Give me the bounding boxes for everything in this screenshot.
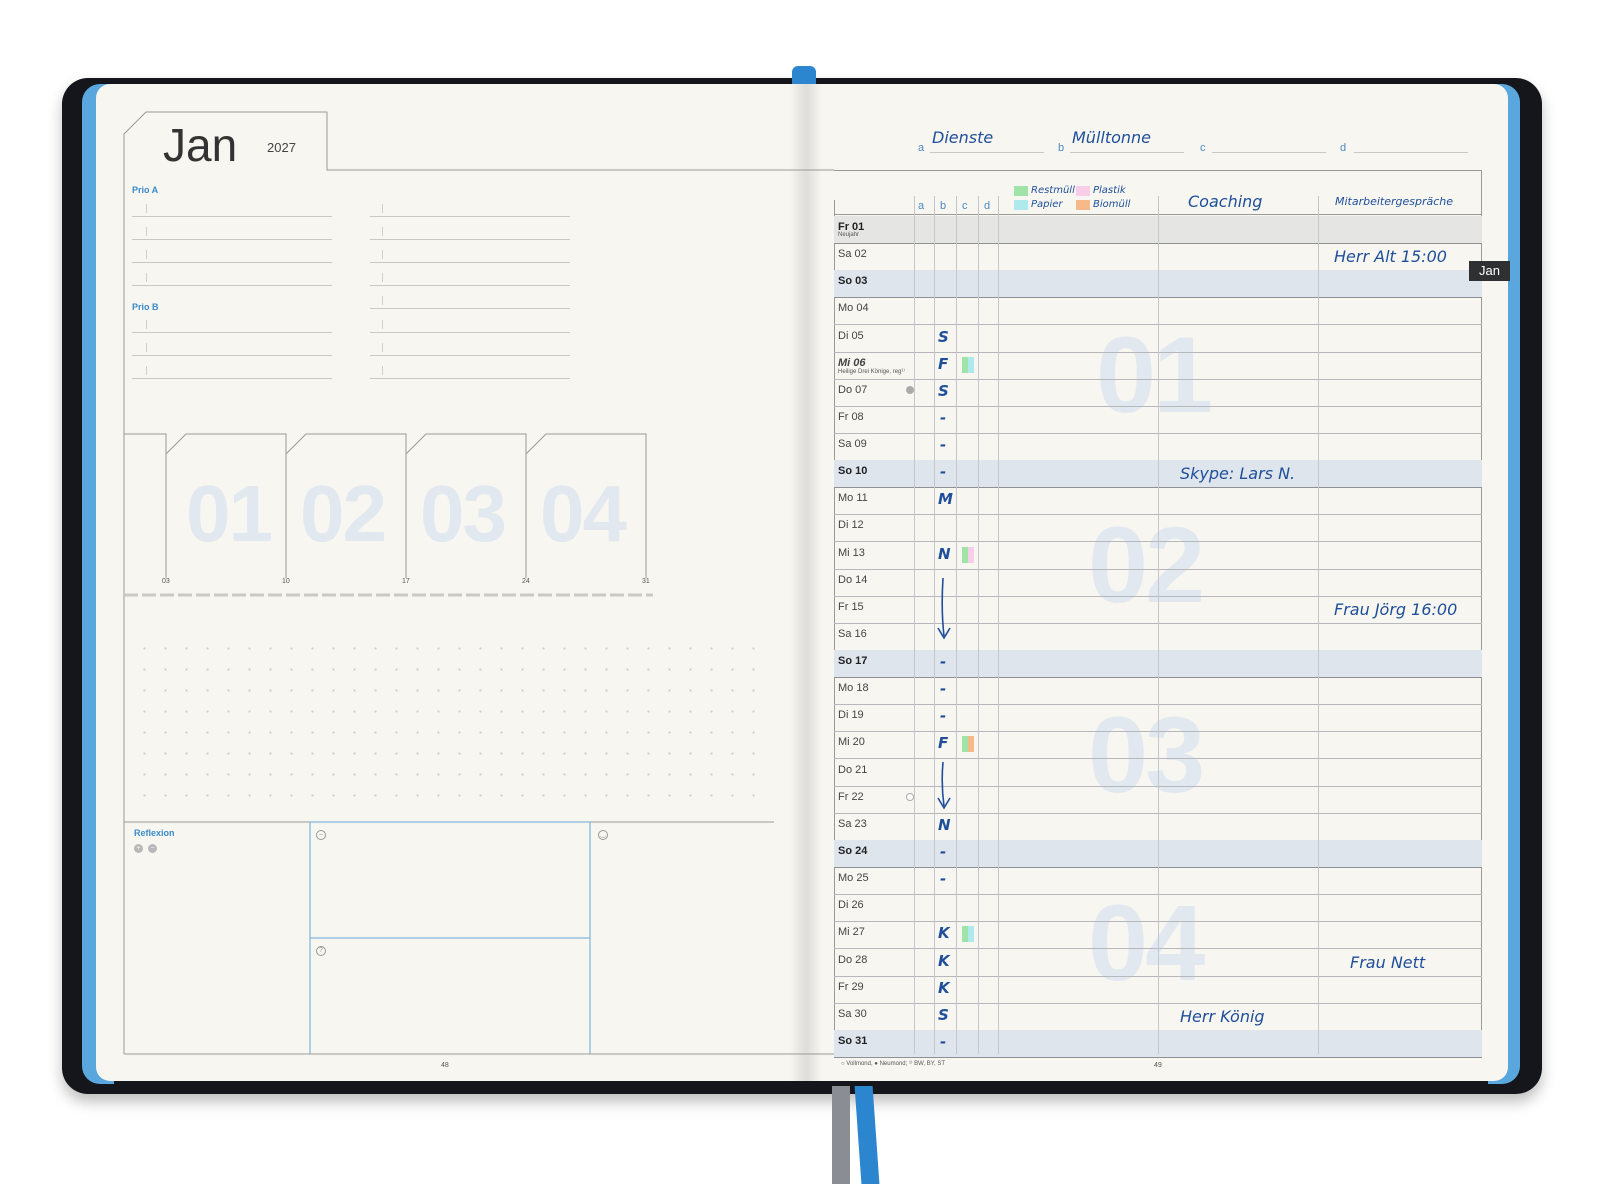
page-number-right: 49 (1154, 1062, 1162, 1069)
month-tab-jan[interactable]: Jan (1469, 261, 1510, 281)
handwritten-arrows (937, 577, 951, 810)
footer-legend: ○ Vollmond, ● Neumond; ¹⁾ BW, BY, ST (841, 1061, 945, 1067)
